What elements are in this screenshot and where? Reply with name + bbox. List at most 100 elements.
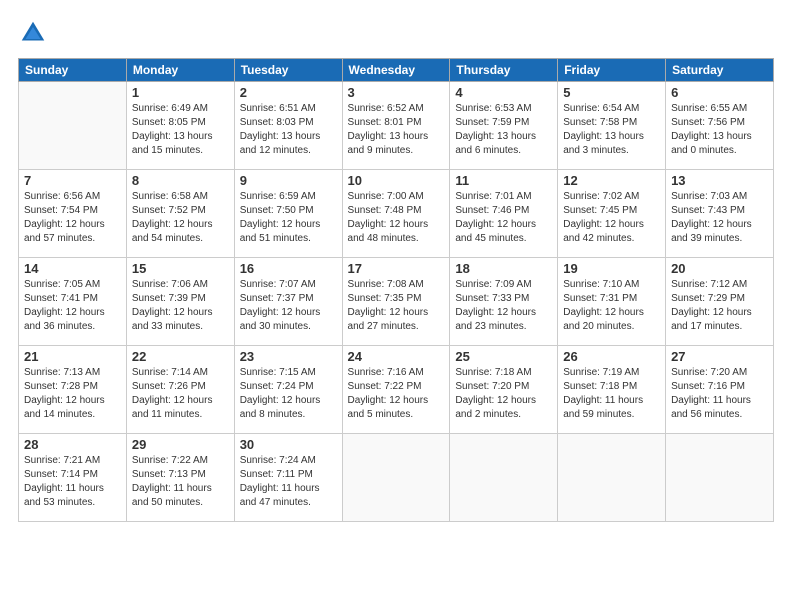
day-number: 21 — [24, 349, 121, 364]
day-cell: 13 Sunrise: 7:03 AMSunset: 7:43 PMDayligh… — [666, 170, 774, 258]
day-number: 7 — [24, 173, 121, 188]
day-cell: 8 Sunrise: 6:58 AMSunset: 7:52 PMDaylight… — [126, 170, 234, 258]
day-number: 19 — [563, 261, 660, 276]
week-row-5: 28 Sunrise: 7:21 AMSunset: 7:14 PMDayligh… — [19, 434, 774, 522]
logo-icon — [18, 18, 48, 48]
weekday-header-monday: Monday — [126, 59, 234, 82]
week-row-3: 14 Sunrise: 7:05 AMSunset: 7:41 PMDayligh… — [19, 258, 774, 346]
day-info: Sunrise: 6:53 AMSunset: 7:59 PMDaylight:… — [455, 102, 552, 158]
weekday-header-saturday: Saturday — [666, 59, 774, 82]
calendar: SundayMondayTuesdayWednesdayThursdayFrid… — [18, 58, 774, 522]
day-info: Sunrise: 7:12 AMSunset: 7:29 PMDaylight:… — [671, 278, 768, 334]
day-info: Sunrise: 7:15 AMSunset: 7:24 PMDaylight:… — [240, 366, 337, 422]
day-number: 10 — [348, 173, 445, 188]
day-number: 17 — [348, 261, 445, 276]
day-info: Sunrise: 7:19 AMSunset: 7:18 PMDaylight:… — [563, 366, 660, 422]
day-cell: 24 Sunrise: 7:16 AMSunset: 7:22 PMDayligh… — [342, 346, 450, 434]
day-info: Sunrise: 7:16 AMSunset: 7:22 PMDaylight:… — [348, 366, 445, 422]
day-info: Sunrise: 7:09 AMSunset: 7:33 PMDaylight:… — [455, 278, 552, 334]
day-info: Sunrise: 7:20 AMSunset: 7:16 PMDaylight:… — [671, 366, 768, 422]
day-info: Sunrise: 7:07 AMSunset: 7:37 PMDaylight:… — [240, 278, 337, 334]
day-number: 18 — [455, 261, 552, 276]
day-number: 9 — [240, 173, 337, 188]
day-info: Sunrise: 7:22 AMSunset: 7:13 PMDaylight:… — [132, 454, 229, 510]
day-number: 4 — [455, 85, 552, 100]
weekday-header-tuesday: Tuesday — [234, 59, 342, 82]
day-cell — [558, 434, 666, 522]
day-info: Sunrise: 6:52 AMSunset: 8:01 PMDaylight:… — [348, 102, 445, 158]
day-info: Sunrise: 7:24 AMSunset: 7:11 PMDaylight:… — [240, 454, 337, 510]
day-cell: 27 Sunrise: 7:20 AMSunset: 7:16 PMDayligh… — [666, 346, 774, 434]
day-number: 12 — [563, 173, 660, 188]
day-cell: 7 Sunrise: 6:56 AMSunset: 7:54 PMDaylight… — [19, 170, 127, 258]
day-cell: 20 Sunrise: 7:12 AMSunset: 7:29 PMDayligh… — [666, 258, 774, 346]
day-cell: 21 Sunrise: 7:13 AMSunset: 7:28 PMDayligh… — [19, 346, 127, 434]
day-number: 5 — [563, 85, 660, 100]
day-cell: 6 Sunrise: 6:55 AMSunset: 7:56 PMDaylight… — [666, 82, 774, 170]
day-number: 16 — [240, 261, 337, 276]
day-cell: 10Sunrise: 7:00 AMSunset: 7:48 PMDayligh… — [342, 170, 450, 258]
day-info: Sunrise: 7:01 AMSunset: 7:46 PMDaylight:… — [455, 190, 552, 246]
day-number: 15 — [132, 261, 229, 276]
day-info: Sunrise: 6:59 AMSunset: 7:50 PMDaylight:… — [240, 190, 337, 246]
day-number: 8 — [132, 173, 229, 188]
day-info: Sunrise: 7:05 AMSunset: 7:41 PMDaylight:… — [24, 278, 121, 334]
page: SundayMondayTuesdayWednesdayThursdayFrid… — [0, 0, 792, 612]
day-cell: 30Sunrise: 7:24 AMSunset: 7:11 PMDayligh… — [234, 434, 342, 522]
day-number: 24 — [348, 349, 445, 364]
logo — [18, 18, 50, 48]
week-row-1: 1Sunrise: 6:49 AMSunset: 8:05 PMDaylight… — [19, 82, 774, 170]
day-number: 28 — [24, 437, 121, 452]
day-info: Sunrise: 7:18 AMSunset: 7:20 PMDaylight:… — [455, 366, 552, 422]
day-cell: 2Sunrise: 6:51 AMSunset: 8:03 PMDaylight… — [234, 82, 342, 170]
day-info: Sunrise: 7:21 AMSunset: 7:14 PMDaylight:… — [24, 454, 121, 510]
day-number: 13 — [671, 173, 768, 188]
day-info: Sunrise: 6:51 AMSunset: 8:03 PMDaylight:… — [240, 102, 337, 158]
day-cell: 29 Sunrise: 7:22 AMSunset: 7:13 PMDayligh… — [126, 434, 234, 522]
day-cell: 28 Sunrise: 7:21 AMSunset: 7:14 PMDayligh… — [19, 434, 127, 522]
day-cell: 16 Sunrise: 7:07 AMSunset: 7:37 PMDayligh… — [234, 258, 342, 346]
day-cell — [342, 434, 450, 522]
day-cell: 1Sunrise: 6:49 AMSunset: 8:05 PMDaylight… — [126, 82, 234, 170]
day-info: Sunrise: 7:13 AMSunset: 7:28 PMDaylight:… — [24, 366, 121, 422]
day-number: 1 — [132, 85, 229, 100]
day-cell: 15 Sunrise: 7:06 AMSunset: 7:39 PMDayligh… — [126, 258, 234, 346]
day-number: 11 — [455, 173, 552, 188]
day-number: 14 — [24, 261, 121, 276]
header — [18, 18, 774, 48]
day-info: Sunrise: 6:58 AMSunset: 7:52 PMDaylight:… — [132, 190, 229, 246]
day-number: 20 — [671, 261, 768, 276]
day-cell: 25 Sunrise: 7:18 AMSunset: 7:20 PMDayligh… — [450, 346, 558, 434]
day-info: Sunrise: 7:08 AMSunset: 7:35 PMDaylight:… — [348, 278, 445, 334]
day-cell: 4 Sunrise: 6:53 AMSunset: 7:59 PMDaylight… — [450, 82, 558, 170]
day-info: Sunrise: 7:06 AMSunset: 7:39 PMDaylight:… — [132, 278, 229, 334]
day-cell: 23Sunrise: 7:15 AMSunset: 7:24 PMDayligh… — [234, 346, 342, 434]
day-cell — [450, 434, 558, 522]
day-info: Sunrise: 7:02 AMSunset: 7:45 PMDaylight:… — [563, 190, 660, 246]
day-cell: 12 Sunrise: 7:02 AMSunset: 7:45 PMDayligh… — [558, 170, 666, 258]
day-cell: 9 Sunrise: 6:59 AMSunset: 7:50 PMDaylight… — [234, 170, 342, 258]
day-cell: 3Sunrise: 6:52 AMSunset: 8:01 PMDaylight… — [342, 82, 450, 170]
weekday-header-thursday: Thursday — [450, 59, 558, 82]
day-info: Sunrise: 7:14 AMSunset: 7:26 PMDaylight:… — [132, 366, 229, 422]
day-number: 27 — [671, 349, 768, 364]
day-info: Sunrise: 6:54 AMSunset: 7:58 PMDaylight:… — [563, 102, 660, 158]
day-cell: 14 Sunrise: 7:05 AMSunset: 7:41 PMDayligh… — [19, 258, 127, 346]
day-cell — [19, 82, 127, 170]
day-number: 26 — [563, 349, 660, 364]
weekday-header-wednesday: Wednesday — [342, 59, 450, 82]
day-cell: 22Sunrise: 7:14 AMSunset: 7:26 PMDayligh… — [126, 346, 234, 434]
day-cell: 17 Sunrise: 7:08 AMSunset: 7:35 PMDayligh… — [342, 258, 450, 346]
day-number: 6 — [671, 85, 768, 100]
day-info: Sunrise: 7:03 AMSunset: 7:43 PMDaylight:… — [671, 190, 768, 246]
weekday-header-friday: Friday — [558, 59, 666, 82]
day-info: Sunrise: 6:55 AMSunset: 7:56 PMDaylight:… — [671, 102, 768, 158]
day-number: 25 — [455, 349, 552, 364]
day-cell: 18 Sunrise: 7:09 AMSunset: 7:33 PMDayligh… — [450, 258, 558, 346]
day-info: Sunrise: 6:56 AMSunset: 7:54 PMDaylight:… — [24, 190, 121, 246]
week-row-4: 21 Sunrise: 7:13 AMSunset: 7:28 PMDayligh… — [19, 346, 774, 434]
day-cell: 19 Sunrise: 7:10 AMSunset: 7:31 PMDayligh… — [558, 258, 666, 346]
day-number: 29 — [132, 437, 229, 452]
day-info: Sunrise: 7:10 AMSunset: 7:31 PMDaylight:… — [563, 278, 660, 334]
day-cell: 5 Sunrise: 6:54 AMSunset: 7:58 PMDaylight… — [558, 82, 666, 170]
